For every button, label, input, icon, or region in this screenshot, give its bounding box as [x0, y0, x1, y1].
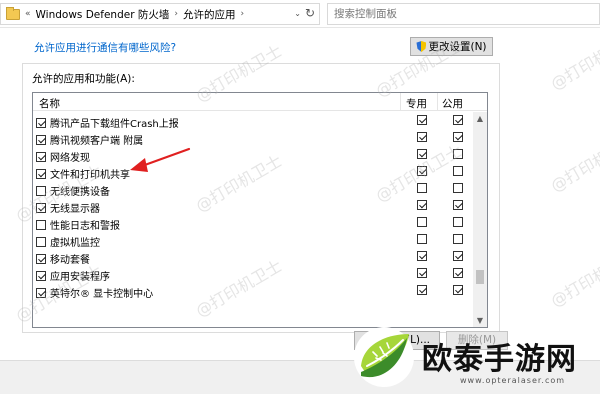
app-name: 文件和打印机共享 [50, 170, 130, 181]
public-checkbox[interactable] [453, 285, 463, 295]
public-checkbox[interactable] [453, 183, 463, 193]
column-header-private[interactable]: 专用 [406, 96, 427, 111]
public-checkbox[interactable] [453, 200, 463, 210]
logo-leaf-icon [354, 327, 414, 387]
table-row[interactable]: 无线显示器 [33, 197, 474, 215]
private-checkbox[interactable] [417, 268, 427, 278]
public-checkbox[interactable] [453, 268, 463, 278]
app-name: 移动套餐 [50, 255, 90, 266]
breadcrumb[interactable]: « Windows Defender 防火墙 › 允许的应用 › ⌄ [0, 3, 320, 25]
chevron-right-icon[interactable]: › [240, 9, 244, 19]
app-name-cell[interactable]: 腾讯视频客户端 附属 [36, 132, 143, 147]
column-header-public[interactable]: 公用 [442, 96, 463, 111]
list-rows: 腾讯产品下载组件Crash上报 腾讯视频客户端 附属 网络发现文件和打印机共享 无线便… [33, 112, 474, 300]
private-checkbox[interactable] [417, 183, 427, 193]
scroll-up-icon[interactable]: ▲ [473, 112, 487, 126]
app-name: 网络发现 [50, 153, 90, 164]
refresh-icon[interactable]: ↻ [300, 3, 320, 23]
address-bar: « Windows Defender 防火墙 › 允许的应用 › ⌄ ↻ [0, 0, 600, 28]
enable-checkbox[interactable] [36, 151, 46, 162]
enable-checkbox[interactable] [36, 287, 46, 298]
uac-shield-icon [416, 41, 427, 52]
private-checkbox[interactable] [417, 285, 427, 295]
app-name: 英特尔® 显卡控制中心 [50, 289, 154, 300]
app-name: 性能日志和警报 [50, 221, 120, 232]
public-checkbox[interactable] [453, 132, 463, 142]
app-name-cell[interactable]: 腾讯产品下载组件Crash上报 [36, 115, 179, 130]
private-checkbox[interactable] [417, 234, 427, 244]
public-checkbox[interactable] [453, 115, 463, 125]
search-input[interactable] [328, 4, 599, 24]
allowed-apps-list[interactable]: 名称 专用 公用 腾讯产品下载组件Crash上报 腾讯视频客户端 附属 网络发现文件… [32, 92, 488, 328]
private-checkbox[interactable] [417, 166, 427, 176]
column-divider[interactable] [400, 93, 401, 111]
app-name: 无线便携设备 [50, 187, 110, 198]
enable-checkbox[interactable] [36, 253, 46, 264]
enable-checkbox[interactable] [36, 236, 46, 247]
app-name-cell[interactable]: 文件和打印机共享 [36, 166, 130, 181]
change-settings-button[interactable]: 更改设置(N) [410, 37, 493, 56]
risk-info-link[interactable]: 允许应用进行通信有哪些风险? [34, 40, 176, 55]
app-name: 腾讯视频客户端 附属 [50, 136, 144, 147]
private-checkbox[interactable] [417, 217, 427, 227]
table-row[interactable]: 网络发现 [33, 146, 474, 164]
column-divider[interactable] [437, 93, 438, 111]
folder-icon [6, 6, 20, 20]
app-name: 腾讯产品下载组件Crash上报 [50, 119, 179, 130]
table-row[interactable]: 应用安装程序 [33, 265, 474, 283]
enable-checkbox[interactable] [36, 117, 46, 128]
table-row[interactable]: 腾讯产品下载组件Crash上报 [33, 112, 474, 130]
table-row[interactable]: 虚拟机监控 [33, 231, 474, 249]
public-checkbox[interactable] [453, 234, 463, 244]
breadcrumb-allowed-apps[interactable]: 允许的应用 [183, 7, 236, 22]
app-name-cell[interactable]: 应用安装程序 [36, 268, 110, 283]
list-header: 名称 专用 公用 [33, 93, 487, 111]
enable-checkbox[interactable] [36, 219, 46, 230]
enable-checkbox[interactable] [36, 270, 46, 281]
enable-checkbox[interactable] [36, 202, 46, 213]
public-checkbox[interactable] [453, 217, 463, 227]
private-checkbox[interactable] [417, 251, 427, 261]
table-row[interactable]: 英特尔® 显卡控制中心 [33, 282, 474, 300]
allowed-apps-label: 允许的应用和功能(A): [32, 73, 135, 85]
enable-checkbox[interactable] [36, 168, 46, 179]
app-name-cell[interactable]: 性能日志和警报 [36, 217, 120, 232]
search-box[interactable] [327, 3, 600, 25]
private-checkbox[interactable] [417, 115, 427, 125]
site-logo: 欧泰手游网 www.opteralaser.com [348, 320, 600, 394]
vertical-scrollbar[interactable]: ▲ ▼ [473, 112, 487, 327]
table-row[interactable]: 移动套餐 [33, 248, 474, 266]
app-name: 虚拟机监控 [50, 238, 100, 249]
app-name-cell[interactable]: 网络发现 [36, 149, 90, 164]
chevron-right-icon[interactable]: › [174, 9, 178, 19]
table-row[interactable]: 文件和打印机共享 [33, 163, 474, 181]
private-checkbox[interactable] [417, 132, 427, 142]
app-name-cell[interactable]: 移动套餐 [36, 251, 90, 266]
enable-checkbox[interactable] [36, 134, 46, 145]
table-row[interactable]: 性能日志和警报 [33, 214, 474, 232]
table-row[interactable]: 腾讯视频客户端 附属 [33, 129, 474, 147]
public-checkbox[interactable] [453, 251, 463, 261]
scrollbar-thumb[interactable] [476, 270, 484, 284]
public-checkbox[interactable] [453, 149, 463, 159]
column-header-name[interactable]: 名称 [39, 96, 60, 111]
public-checkbox[interactable] [453, 166, 463, 176]
private-checkbox[interactable] [417, 200, 427, 210]
enable-checkbox[interactable] [36, 185, 46, 196]
breadcrumb-firewall[interactable]: Windows Defender 防火墙 [36, 7, 170, 22]
breadcrumb-overflow[interactable]: « [25, 9, 31, 19]
logo-url: www.opteralaser.com [460, 376, 566, 385]
logo-name: 欧泰手游网 [422, 342, 577, 377]
app-name-cell[interactable]: 虚拟机监控 [36, 234, 100, 249]
private-checkbox[interactable] [417, 149, 427, 159]
app-name: 无线显示器 [50, 204, 100, 215]
table-row[interactable]: 无线便携设备 [33, 180, 474, 198]
allowed-apps-group: 允许的应用和功能(A): 名称 专用 公用 腾讯产品下载组件Crash上报 腾讯视… [22, 63, 508, 350]
app-name-cell[interactable]: 英特尔® 显卡控制中心 [36, 285, 153, 300]
app-name-cell[interactable]: 无线便携设备 [36, 183, 110, 198]
app-name-cell[interactable]: 无线显示器 [36, 200, 100, 215]
app-name: 应用安装程序 [50, 272, 110, 283]
change-settings-label: 更改设置(N) [428, 41, 487, 53]
main-content: 允许应用进行通信有哪些风险? 更改设置(N) 允许的应用和功能(A): 名称 专… [0, 28, 600, 350]
